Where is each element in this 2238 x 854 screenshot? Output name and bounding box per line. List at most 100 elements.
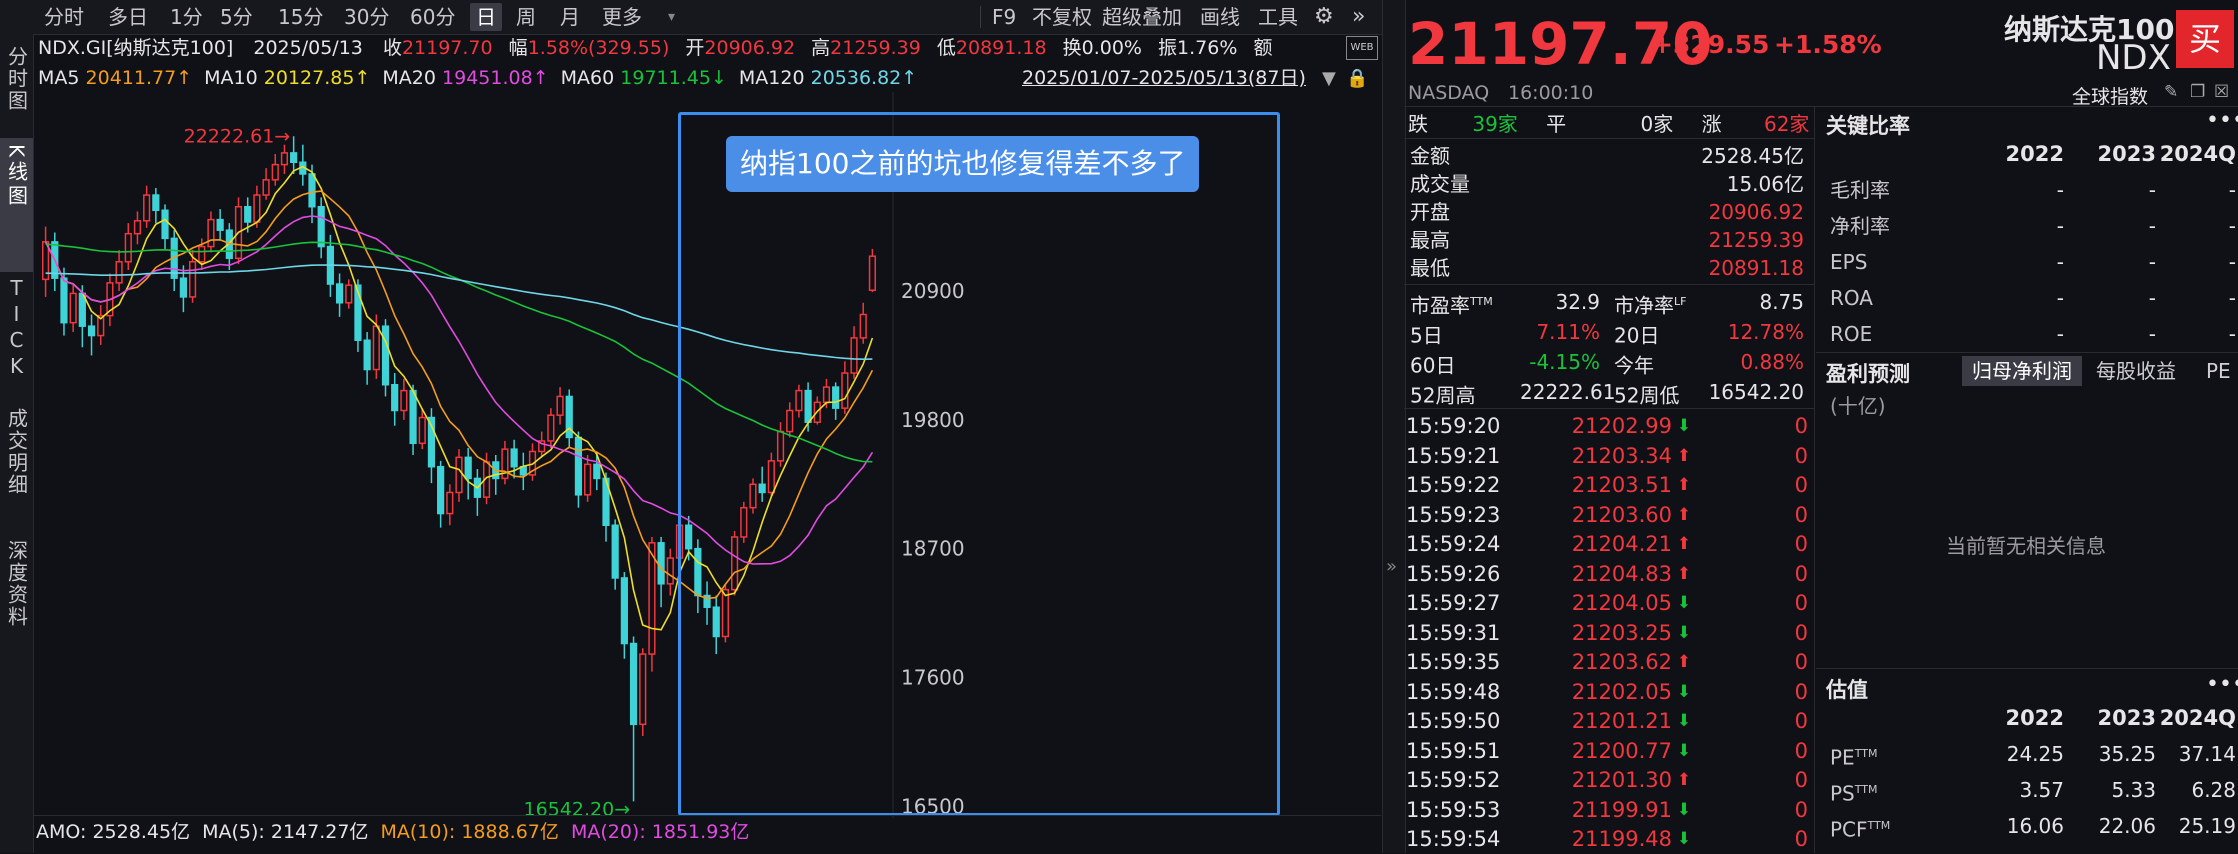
- no-adjust-button[interactable]: 不复权: [1026, 3, 1098, 31]
- quote-date: 2025/05/13: [253, 37, 363, 59]
- tick-row: 15:59:21 21203.34 ⬆ 0: [1406, 442, 1810, 471]
- candle-body: [262, 179, 270, 196]
- ratio-row-value: -: [2056, 286, 2064, 310]
- ratio-row-value: -: [2056, 178, 2064, 202]
- candle-body: [271, 163, 279, 181]
- ratio-row-value: -: [2148, 214, 2156, 238]
- tick-volume: 0: [1794, 650, 1808, 674]
- candle-body: [446, 491, 454, 515]
- valuation-label-text: PCF: [1830, 817, 1868, 842]
- tab-kline-chart[interactable]: K线图: [0, 138, 33, 272]
- key-ratios-more-icon[interactable]: •••: [2206, 108, 2238, 133]
- tab-intraday-chart[interactable]: 分时图: [0, 42, 33, 142]
- stat-value: 20891.18: [1708, 256, 1804, 280]
- candle-body: [620, 577, 628, 645]
- candle-body: [143, 194, 151, 222]
- period-60min[interactable]: 60分: [404, 3, 461, 31]
- highlight-box: [678, 112, 1280, 816]
- year-header: 2022: [2005, 142, 2064, 166]
- valuation-row-label: PCFTTM: [1830, 812, 1890, 844]
- arrow-up-icon: ⬆: [1676, 445, 1692, 466]
- period-30min[interactable]: 30分: [338, 3, 395, 31]
- draw-line-button[interactable]: 画线: [1194, 3, 1246, 31]
- overlay-button[interactable]: 超级叠加: [1096, 3, 1188, 31]
- tick-row: 15:59:48 21202.05 ⬇ 0: [1406, 678, 1810, 707]
- arrow-up-icon: ⬆: [1676, 504, 1692, 525]
- period-1min[interactable]: 1分: [164, 3, 209, 31]
- ratio-value: 16542.20: [1708, 380, 1804, 404]
- panel-splitter[interactable]: »: [1382, 0, 1406, 853]
- web-badge-icon[interactable]: WEB: [1346, 36, 1378, 60]
- ratio-label-text: 5日: [1410, 323, 1443, 348]
- buy-button[interactable]: 买: [2176, 10, 2234, 68]
- tick-time: 15:59:54: [1406, 827, 1501, 851]
- tick-volume: 0: [1794, 768, 1808, 792]
- tab-eps[interactable]: 每股收益: [2096, 356, 2176, 386]
- tick-volume: 0: [1794, 502, 1808, 527]
- tab-tick[interactable]: TICK: [0, 270, 33, 404]
- ratio-row-value: -: [2228, 214, 2236, 238]
- period-month[interactable]: 月: [554, 3, 586, 31]
- valuation-label-sup: TTM: [1854, 783, 1878, 796]
- arrow-down-icon: ⬇: [1676, 416, 1692, 436]
- f9-button[interactable]: F9: [986, 3, 1022, 31]
- ratio-row-value: -: [2056, 214, 2064, 238]
- tick-row: 15:59:54 21199.48 ⬇ 0: [1406, 825, 1810, 854]
- tick-time: 15:59:48: [1406, 679, 1501, 704]
- ma120-value: 20536.82↑: [810, 67, 918, 89]
- period-week[interactable]: 周: [510, 3, 542, 31]
- collapse-chevrons-icon[interactable]: »: [1346, 3, 1371, 31]
- amo-indicator-panel: AMO: 2528.45亿 MA(5): 2147.27亿 MA(10): 18…: [33, 815, 1381, 854]
- key-ratios-title: 关键比率: [1826, 114, 1910, 138]
- close-window-icon[interactable]: ☒: [2214, 82, 2229, 102]
- price-change: +329.55: [1652, 30, 1770, 59]
- candle-body: [335, 283, 344, 304]
- edit-icon[interactable]: ✎: [2164, 82, 2178, 102]
- period-more[interactable]: 更多: [596, 3, 648, 31]
- flat-label: 平: [1546, 112, 1567, 136]
- period-day[interactable]: 日: [470, 3, 502, 31]
- valuation-row-value: 25.19: [2178, 814, 2236, 838]
- amo-label: AMO:: [36, 821, 87, 843]
- price-change-pct: +1.58%: [1774, 30, 1882, 59]
- tools-button[interactable]: 工具: [1252, 3, 1304, 31]
- candle-body: [124, 232, 132, 263]
- ratio-row-value: -: [2228, 250, 2236, 274]
- tick-price: 21203.25: [1571, 620, 1672, 645]
- lock-icon[interactable]: 🔒: [1346, 68, 1368, 89]
- stat-label: 最高: [1410, 228, 1450, 252]
- window-icon[interactable]: ❐: [2190, 82, 2205, 102]
- tick-price: 21202.99: [1571, 414, 1672, 438]
- tick-price: 21201.30: [1571, 768, 1672, 792]
- tab-trade-detail[interactable]: 成交明细: [0, 402, 33, 538]
- tick-volume: 0: [1794, 591, 1808, 615]
- tick-price: 21204.83: [1571, 561, 1672, 586]
- year-header: 2024Q: [2159, 706, 2236, 730]
- ratio-row-value: -: [2148, 250, 2156, 274]
- period-intraday[interactable]: 分时: [38, 3, 90, 31]
- ma10-label: MA10: [204, 67, 258, 89]
- tab-depth-data[interactable]: 深度资料: [0, 534, 33, 670]
- candle-body: [60, 277, 68, 324]
- tab-kline-label: K线图: [4, 144, 29, 210]
- amo-ma10-label: MA(10):: [380, 821, 456, 843]
- ratio-label-text: 今年: [1614, 353, 1654, 378]
- tab-net-profit[interactable]: 归母净利润: [1962, 356, 2082, 386]
- amo-ma5-value: 2147.27亿: [270, 821, 369, 843]
- valuation-row-value: 5.33: [2111, 778, 2156, 802]
- expand-chevrons-icon[interactable]: »: [1386, 556, 1397, 577]
- tab-pe[interactable]: PE: [2206, 356, 2231, 386]
- settings-gear-icon[interactable]: ⚙: [1308, 3, 1340, 31]
- date-range-dropdown-icon[interactable]: ▼: [1322, 68, 1336, 89]
- tick-price: 21203.60: [1571, 502, 1672, 527]
- tick-row: 15:59:53 21199.91 ⬇ 0: [1406, 796, 1810, 825]
- valuation-more-icon[interactable]: •••: [2206, 672, 2238, 697]
- date-range-selector[interactable]: 2025/01/07-2025/05/13(87日): [1022, 66, 1306, 90]
- period-15min[interactable]: 15分: [272, 3, 329, 31]
- ratio-label-sup: LF: [1674, 295, 1687, 308]
- period-multiday[interactable]: 多日: [102, 3, 154, 31]
- tick-volume: 0: [1794, 709, 1808, 733]
- close-value: 21197.70: [401, 37, 493, 59]
- candle-body: [648, 542, 656, 655]
- period-5min[interactable]: 5分: [214, 3, 259, 31]
